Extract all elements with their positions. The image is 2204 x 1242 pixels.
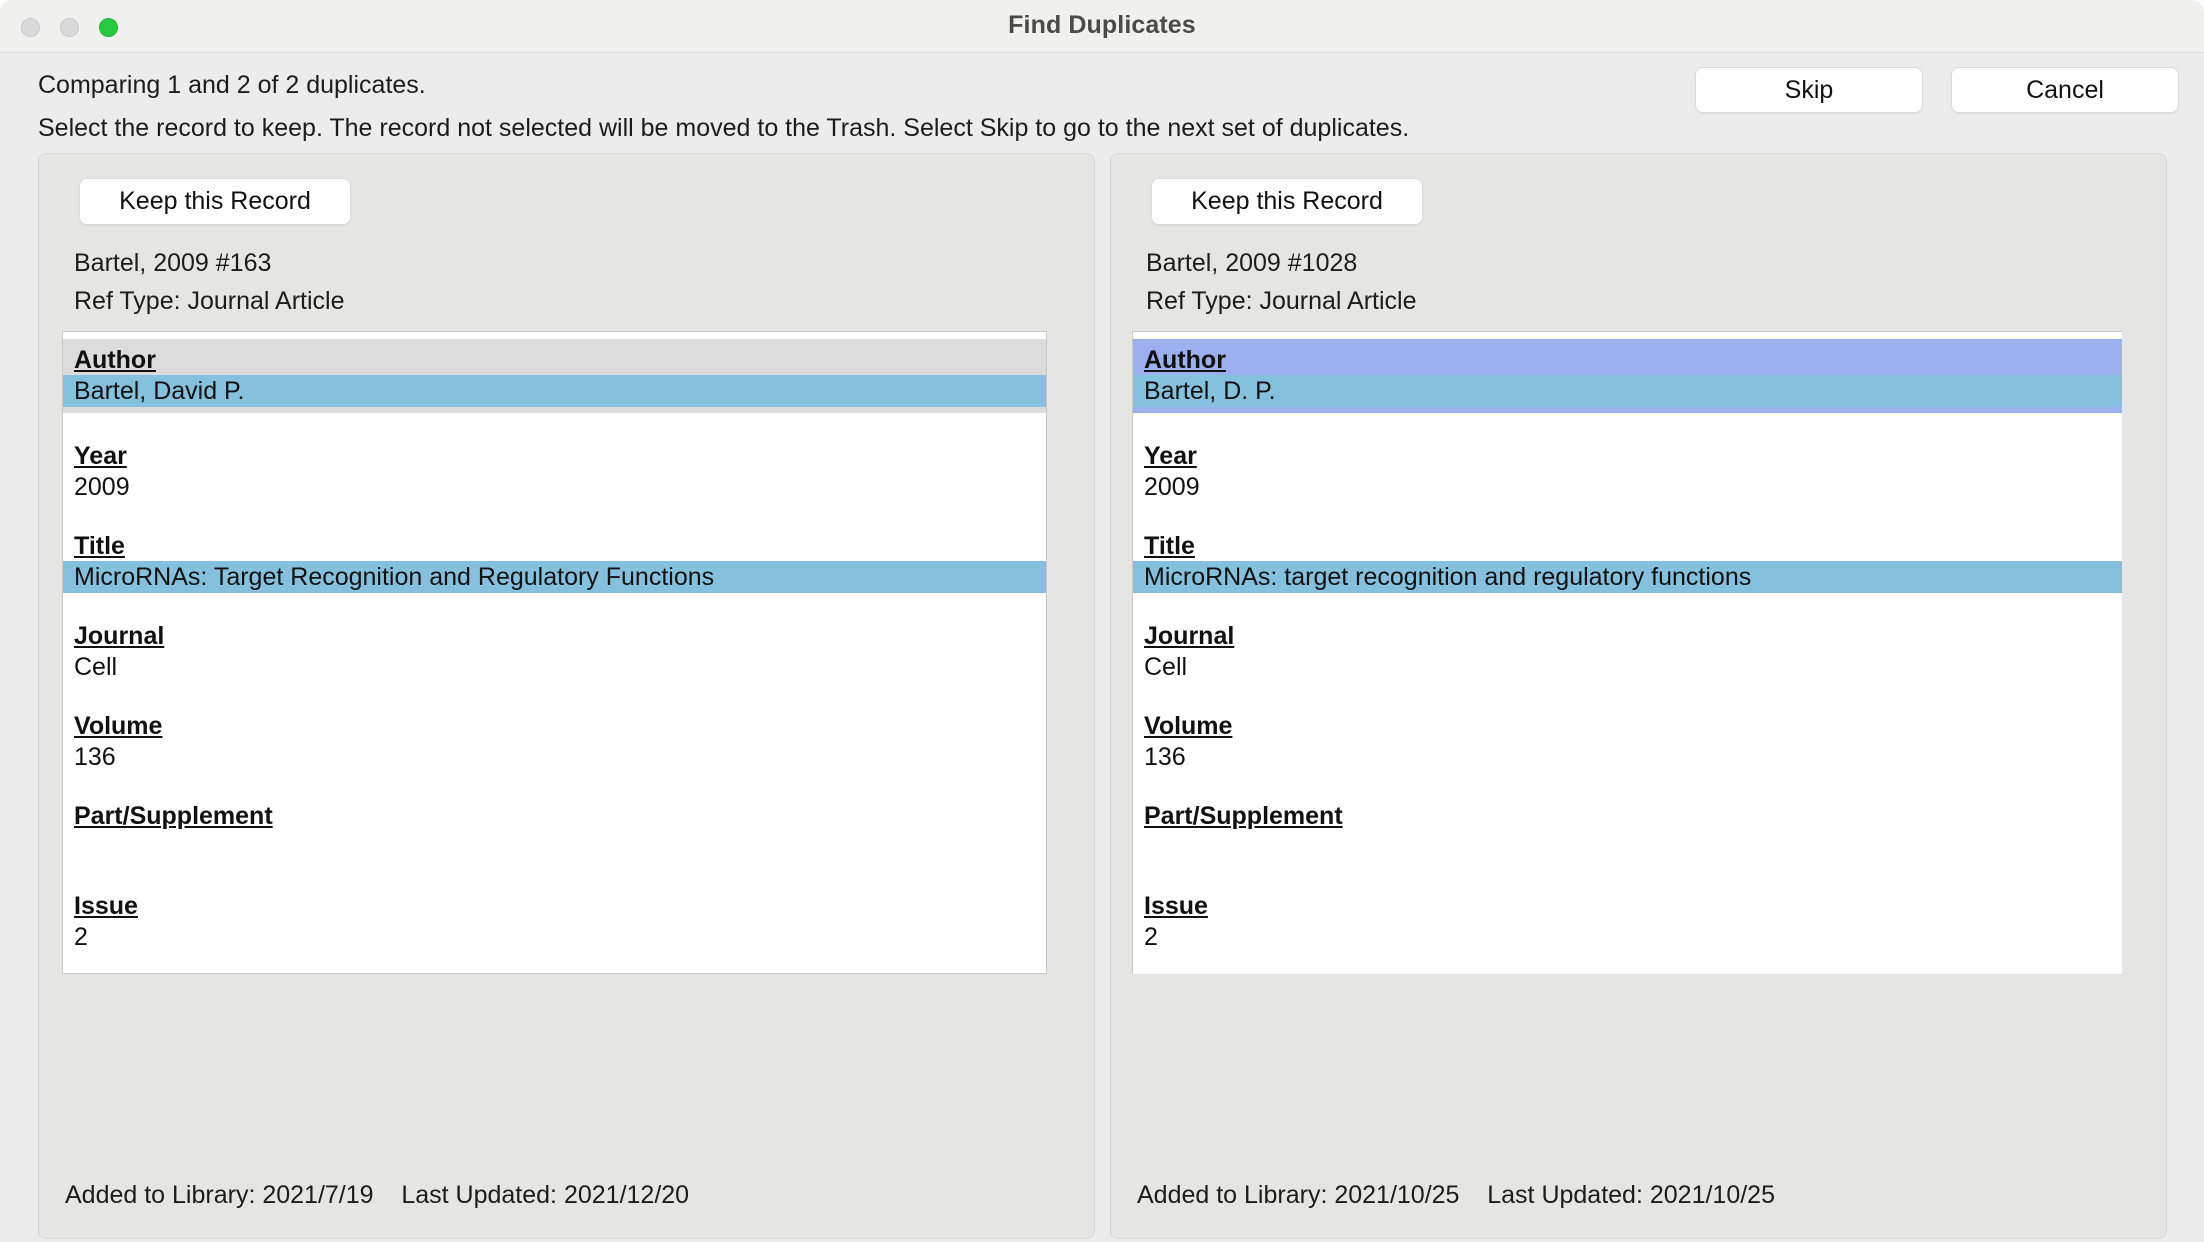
field-label-volume: Volume <box>1144 712 1233 740</box>
field-spacer <box>1133 593 2122 621</box>
field-value-issue: 2 <box>1144 923 1158 951</box>
field-volume[interactable]: Volume 136 <box>1133 711 2122 773</box>
field-value-author: Bartel, David P. <box>63 375 1046 407</box>
field-title[interactable]: Title MicroRNAs: target recognition and … <box>1133 531 2122 593</box>
window-title: Find Duplicates <box>1008 11 1196 39</box>
field-value-part-supplement <box>63 831 1046 863</box>
field-spacer <box>1133 683 2122 711</box>
field-journal[interactable]: Journal Cell <box>1133 621 2122 683</box>
field-part-supplement[interactable]: Part/Supplement <box>1133 801 2122 863</box>
field-spacer <box>1133 773 2122 801</box>
field-spacer <box>63 863 1046 891</box>
field-issue[interactable]: Issue 2 <box>63 891 1046 953</box>
field-spacer <box>63 503 1046 531</box>
field-issue[interactable]: Issue 2 <box>1133 891 2122 953</box>
field-label-journal: Journal <box>74 622 165 650</box>
find-duplicates-window: Find Duplicates Comparing 1 and 2 of 2 d… <box>0 0 2204 1242</box>
field-spacer <box>1133 953 2122 974</box>
field-label-year: Year <box>74 442 127 470</box>
record-type-left: Ref Type: Journal Article <box>74 287 345 315</box>
field-spacer <box>1133 863 2122 891</box>
comparing-status-text: Comparing 1 and 2 of 2 duplicates. <box>38 71 426 99</box>
record-type-right: Ref Type: Journal Article <box>1146 287 1417 315</box>
record-id-right: Bartel, 2009 #1028 <box>1146 249 1358 277</box>
field-journal[interactable]: Journal Cell <box>63 621 1046 683</box>
record-dates-left: Added to Library: 2021/7/19 Last Updated… <box>65 1181 690 1209</box>
skip-button[interactable]: Skip <box>1695 67 1923 113</box>
field-spacer <box>63 413 1046 441</box>
field-value-issue: 2 <box>74 923 88 951</box>
field-label-journal: Journal <box>1144 622 1235 650</box>
field-value-title: MicroRNAs: Target Recognition and Regula… <box>63 561 1046 593</box>
field-label-author: Author <box>1144 346 1226 374</box>
record-field-list-right[interactable]: Author Bartel, D. P. Year 2009 Title Mic… <box>1132 331 2122 974</box>
field-spacer <box>63 953 1046 973</box>
keep-this-record-button-left[interactable]: Keep this Record <box>79 178 351 225</box>
field-spacer <box>63 593 1046 621</box>
field-volume[interactable]: Volume 136 <box>63 711 1046 773</box>
field-value-part-supplement <box>1133 831 2122 863</box>
record-panel-left: Keep this Record Bartel, 2009 #163 Ref T… <box>38 153 1095 1239</box>
field-value-journal: Cell <box>74 653 118 681</box>
field-value-year: 2009 <box>1144 473 1200 501</box>
field-value-journal: Cell <box>1144 653 1188 681</box>
record-field-list-left[interactable]: Author Bartel, David P. Year 2009 Title … <box>62 331 1047 974</box>
field-label-title: Title <box>74 532 125 560</box>
field-author[interactable]: Author Bartel, D. P. <box>1133 339 2122 413</box>
field-spacer <box>1133 503 2122 531</box>
field-label-part-supplement: Part/Supplement <box>74 802 273 830</box>
record-id-left: Bartel, 2009 #163 <box>74 249 272 277</box>
field-label-issue: Issue <box>74 892 138 920</box>
field-label-part-supplement: Part/Supplement <box>1144 802 1343 830</box>
field-label-issue: Issue <box>1144 892 1208 920</box>
field-spacer <box>63 683 1046 711</box>
field-value-volume: 136 <box>74 743 116 771</box>
field-spacer <box>1133 413 2122 441</box>
header-button-group: Skip Cancel <box>1695 67 2179 113</box>
field-label-title: Title <box>1144 532 1195 560</box>
record-dates-right: Added to Library: 2021/10/25 Last Update… <box>1137 1181 1775 1209</box>
field-label-author: Author <box>74 346 156 374</box>
record-panel-right: Keep this Record Bartel, 2009 #1028 Ref … <box>1110 153 2167 1239</box>
field-year[interactable]: Year 2009 <box>63 441 1046 503</box>
instruction-text: Select the record to keep. The record no… <box>38 114 1410 142</box>
field-title[interactable]: Title MicroRNAs: Target Recognition and … <box>63 531 1046 593</box>
field-value-volume: 136 <box>1144 743 1186 771</box>
field-author[interactable]: Author Bartel, David P. <box>63 339 1046 413</box>
window-titlebar: Find Duplicates <box>0 0 2204 53</box>
field-label-volume: Volume <box>74 712 163 740</box>
record-comparison-area: Keep this Record Bartel, 2009 #163 Ref T… <box>0 153 2204 1242</box>
field-value-year: 2009 <box>74 473 130 501</box>
field-label-year: Year <box>1144 442 1197 470</box>
keep-this-record-button-right[interactable]: Keep this Record <box>1151 178 1423 225</box>
dialog-header: Comparing 1 and 2 of 2 duplicates. Selec… <box>0 53 2204 153</box>
field-part-supplement[interactable]: Part/Supplement <box>63 801 1046 863</box>
field-value-author: Bartel, D. P. <box>1133 375 2122 407</box>
field-value-title: MicroRNAs: target recognition and regula… <box>1133 561 2122 593</box>
cancel-button[interactable]: Cancel <box>1951 67 2179 113</box>
field-year[interactable]: Year 2009 <box>1133 441 2122 503</box>
field-spacer <box>63 773 1046 801</box>
